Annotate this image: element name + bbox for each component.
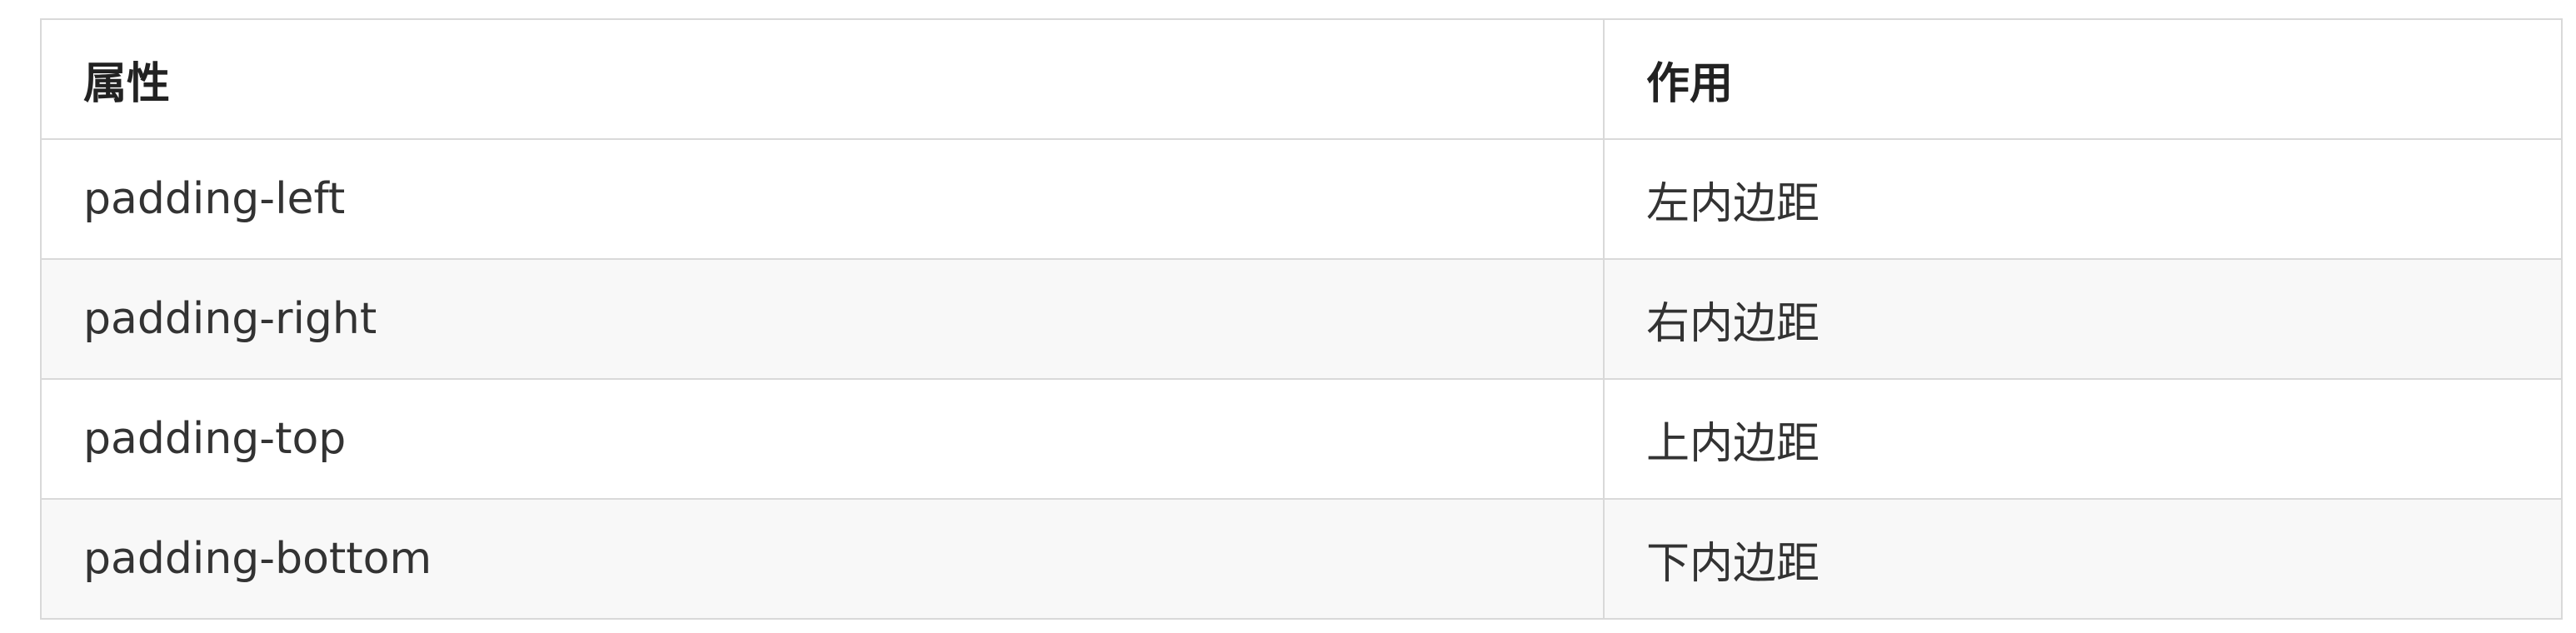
table-head: 属性 作用 xyxy=(40,18,2563,140)
function-cell: 右内边距 xyxy=(1603,258,2563,380)
property-cell: padding-left xyxy=(40,138,1605,260)
property-cell: padding-right xyxy=(40,258,1605,380)
table-body: padding-left 左内边距 padding-right 右内边距 pad… xyxy=(40,138,2563,620)
function-cell: 上内边距 xyxy=(1603,378,2563,500)
property-cell: padding-bottom xyxy=(40,498,1605,620)
table-row: padding-right 右内边距 xyxy=(40,258,2563,380)
table-row: padding-left 左内边距 xyxy=(40,138,2563,260)
table-row: padding-bottom 下内边距 xyxy=(40,498,2563,620)
function-cell: 左内边距 xyxy=(1603,138,2563,260)
property-cell: padding-top xyxy=(40,378,1605,500)
page: 属性 作用 padding-left 左内边距 padding-right 右内… xyxy=(0,0,2576,633)
header-property: 属性 xyxy=(40,18,1605,140)
table-row: padding-top 上内边距 xyxy=(40,378,2563,500)
header-row: 属性 作用 xyxy=(40,18,2563,140)
header-function: 作用 xyxy=(1603,18,2563,140)
function-cell: 下内边距 xyxy=(1603,498,2563,620)
padding-properties-table: 属性 作用 padding-left 左内边距 padding-right 右内… xyxy=(40,18,2563,620)
